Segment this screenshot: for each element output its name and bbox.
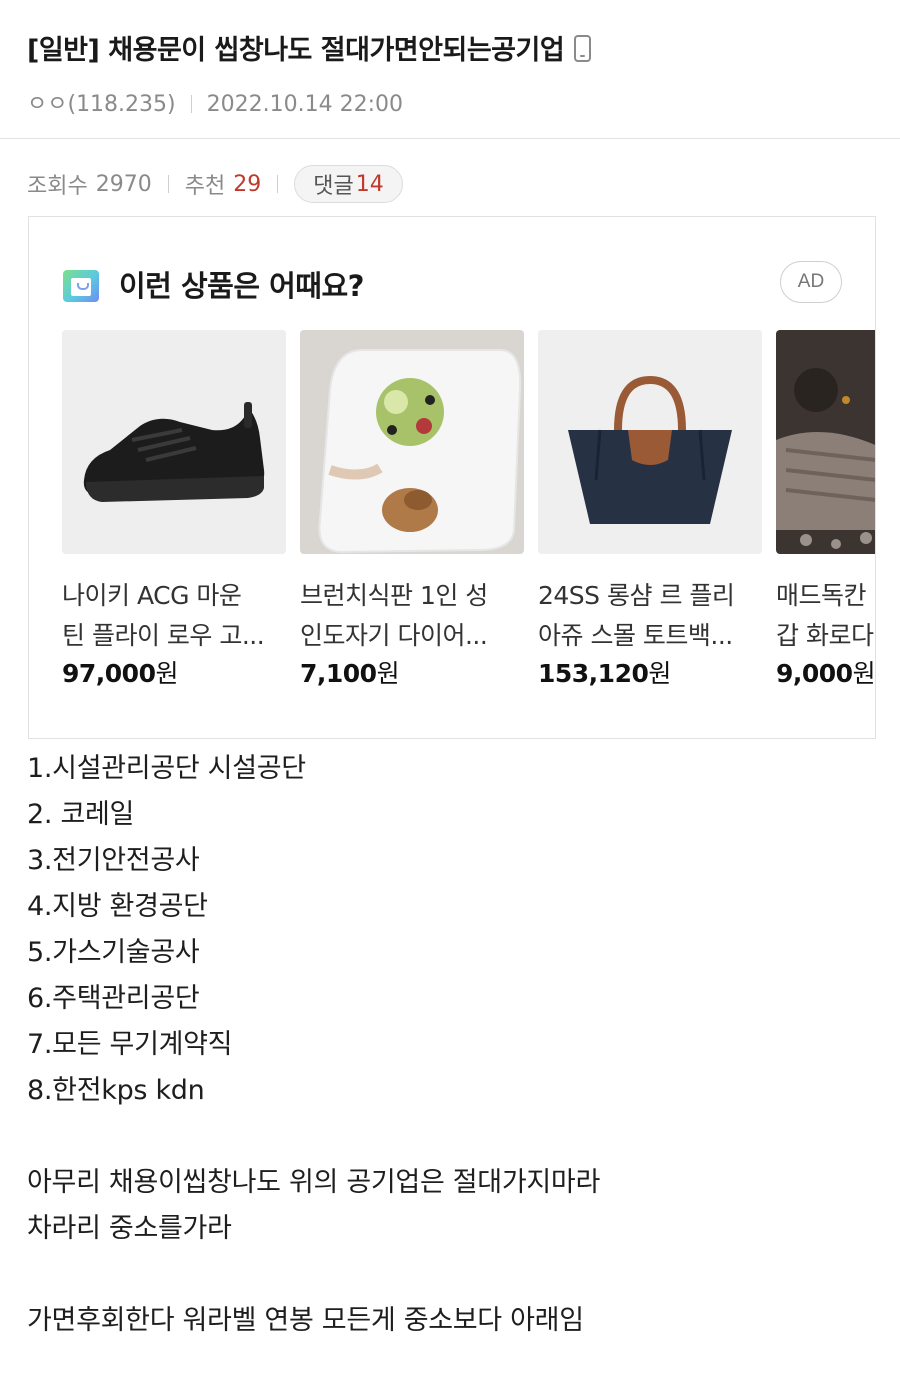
price-unit: 원 xyxy=(648,659,671,688)
price-unit: 원 xyxy=(852,659,876,688)
product-name[interactable]: 매드독칸갑 화로다 xyxy=(776,576,875,656)
body-text-line: 가면후회한다 워라벨 연봉 모든게 중소보다 아래임 xyxy=(27,1305,584,1336)
price-unit: 원 xyxy=(376,659,400,688)
product-name-line1: 매드독칸 xyxy=(776,581,867,610)
product-name-line2: 갑 화로다 xyxy=(776,621,874,650)
list-item: 2. 코레일 xyxy=(27,799,135,830)
comments-count: 14 xyxy=(355,171,384,197)
recommend-count: 29 xyxy=(233,171,262,197)
price-value: 153,120 xyxy=(538,659,649,688)
post-title: [일반] 채용문이 씹창나도 절대가면안되는공기업 xyxy=(27,28,592,67)
product-name-line1: 24SS 롱샴 르 플리 xyxy=(538,581,735,610)
product-image[interactable] xyxy=(538,330,762,554)
product-image[interactable] xyxy=(776,330,875,554)
comments-button[interactable]: 댓글 14 xyxy=(294,165,403,203)
product-price: 153,120원 xyxy=(538,656,762,692)
list-item: 7.모든 무기계약직 xyxy=(27,1029,233,1060)
post-date: 2022.10.14 22:00 xyxy=(206,92,403,117)
product-card[interactable]: 매드독칸갑 화로다 9,000원 xyxy=(776,330,876,692)
knit-gloves-icon xyxy=(776,330,875,554)
price-value: 97,000 xyxy=(62,659,156,688)
product-price: 7,100원 xyxy=(300,656,524,692)
product-name-line1: 나이키 ACG 마운 xyxy=(62,581,242,610)
ad-title: 이런 상품은 어때요? xyxy=(119,269,364,303)
black-sneaker-icon xyxy=(62,330,286,554)
views-label: 조회수 xyxy=(27,174,88,199)
price-value: 9,000 xyxy=(776,659,853,688)
product-card[interactable]: 브런치식판 1인 성인도자기 다이어... 7,100원 xyxy=(300,330,524,692)
ad-badge[interactable]: AD xyxy=(780,261,842,303)
ad-header: 이런 상품은 어때요? xyxy=(61,263,364,305)
product-name-line2: 틴 플라이 로우 고... xyxy=(62,621,265,650)
product-name[interactable]: 24SS 롱샴 르 플리아쥬 스몰 토트백... xyxy=(538,576,762,656)
body-text-line: 차라리 중소를가라 xyxy=(27,1213,232,1244)
list-item: 3.전기안전공사 xyxy=(27,845,200,876)
price-value: 7,100 xyxy=(300,659,377,688)
product-image[interactable] xyxy=(62,330,286,554)
author[interactable]: ㅇㅇ(118.235) xyxy=(27,92,176,117)
navy-tote-bag-icon xyxy=(538,330,762,554)
post-header: [일반] 채용문이 씹창나도 절대가면안되는공기업 ㅇㅇ(118.235) 202… xyxy=(0,0,900,139)
list-item: 4.지방 환경공단 xyxy=(27,891,208,922)
divider xyxy=(277,175,279,193)
list-item: 1.시설관리공단 시설공단 xyxy=(27,753,306,784)
product-image[interactable] xyxy=(300,330,524,554)
salad-plate-icon xyxy=(300,330,524,554)
product-card[interactable]: 24SS 롱샴 르 플리아쥬 스몰 토트백... 153,120원 xyxy=(538,330,762,692)
product-card[interactable]: 나이키 ACG 마운틴 플라이 로우 고... 97,000원 xyxy=(62,330,286,692)
product-name-line2: 인도자기 다이어... xyxy=(300,621,488,650)
mobile-phone-icon xyxy=(574,35,592,62)
ad-recommendation-box: 이런 상품은 어때요? AD 나이키 ACG 마운틴 플라이 로우 고... 9… xyxy=(28,216,876,739)
product-name-line2: 아쥬 스몰 토트백... xyxy=(538,621,733,650)
product-carousel: 나이키 ACG 마운 틴 플라이 로우 고... 97,000원 브런치식판 1… xyxy=(62,330,876,710)
product-name-line1: 브런치식판 1인 성 xyxy=(300,581,488,610)
comments-label: 댓글 xyxy=(313,174,354,199)
views-count: 2970 xyxy=(95,171,152,197)
post-title-text: [일반] 채용문이 씹창나도 절대가면안되는공기업 xyxy=(27,35,565,66)
list-item: 6.주택관리공단 xyxy=(27,983,200,1014)
shopping-bag-icon xyxy=(61,264,101,304)
list-item: 8.한전kps kdn xyxy=(27,1075,205,1106)
recommend-label: 추천 xyxy=(184,174,226,199)
body-text-line: 아무리 채용이씹창나도 위의 공기업은 절대가지마라 xyxy=(27,1167,601,1198)
product-price: 97,000원 xyxy=(62,656,286,692)
post-body: 1.시설관리공단 시설공단 2. 코레일 3.전기안전공사 4.지방 환경공단 … xyxy=(27,746,600,1344)
post-meta: ㅇㅇ(118.235) 2022.10.14 22:00 xyxy=(27,86,403,118)
divider xyxy=(190,95,192,113)
price-unit: 원 xyxy=(155,659,178,688)
divider xyxy=(167,175,169,193)
product-name[interactable]: 브런치식판 1인 성인도자기 다이어... xyxy=(300,576,524,656)
list-item: 5.가스기술공사 xyxy=(27,937,200,968)
product-price: 9,000원 xyxy=(776,656,876,692)
post-stats: 조회수 2970 추천 29 댓글 14 xyxy=(27,164,403,204)
product-name[interactable]: 나이키 ACG 마운틴 플라이 로우 고... xyxy=(62,576,286,656)
